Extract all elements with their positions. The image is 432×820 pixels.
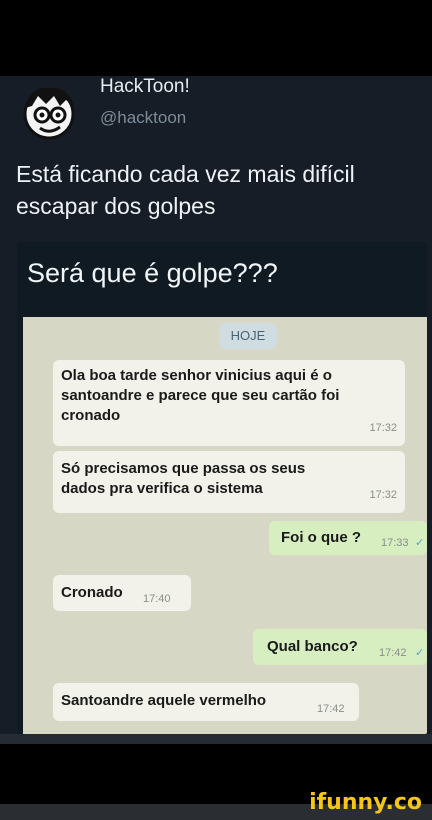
- image-title: Será que é golpe???: [27, 258, 278, 288]
- double-check-icon: ✓: [415, 537, 425, 549]
- display-name[interactable]: HackToon!: [100, 76, 190, 98]
- message-text: Qual banco?: [267, 638, 358, 655]
- message-time: 17:42: [317, 703, 345, 715]
- message-bubble-incoming: Ola boa tarde senhor vinicius aqui é o s…: [53, 360, 405, 446]
- message-text: Só precisamos que passa os seus dados pr…: [61, 460, 306, 497]
- ifunny-watermark: ifunny.co: [309, 790, 422, 815]
- divider: [0, 734, 432, 744]
- message-bubble-incoming: Santoandre aquele vermelho 17:42: [53, 683, 359, 721]
- message-bubble-incoming: Só precisamos que passa os seus dados pr…: [53, 451, 405, 513]
- message-time: 17:42: [379, 647, 407, 659]
- message-time: 17:33: [381, 537, 409, 549]
- tweet-card: HackToon! @hacktoon Está ficando cada ve…: [0, 76, 432, 744]
- message-bubble-incoming: Cronado 17:40: [53, 575, 191, 611]
- avatar[interactable]: [16, 82, 82, 142]
- user-handle[interactable]: @hacktoon: [100, 108, 186, 128]
- embedded-image[interactable]: Será que é golpe??? HOJE Ola boa tarde s…: [17, 242, 427, 734]
- message-text: Santoandre aquele vermelho: [61, 692, 267, 709]
- date-label: HOJE: [219, 323, 277, 349]
- tweet-text: Está ficando cada vez mais difícil escap…: [16, 161, 355, 219]
- double-check-icon: ✓: [415, 647, 425, 659]
- top-letterbox: [0, 0, 432, 76]
- chat-screenshot: HOJE Ola boa tarde senhor vinicius aqui …: [23, 317, 427, 734]
- message-text: Ola boa tarde senhor vinicius aqui é o s…: [61, 367, 340, 424]
- message-time: 17:32: [369, 489, 397, 501]
- message-text: Cronado: [61, 584, 123, 601]
- message-bubble-outgoing: Qual banco? 17:42 ✓: [253, 629, 427, 665]
- message-time: 17:32: [369, 422, 397, 434]
- message-time: 17:40: [143, 593, 171, 605]
- message-text: Foi o que ?: [281, 529, 361, 546]
- message-bubble-outgoing: Foi o que ? 17:33 ✓: [269, 521, 427, 555]
